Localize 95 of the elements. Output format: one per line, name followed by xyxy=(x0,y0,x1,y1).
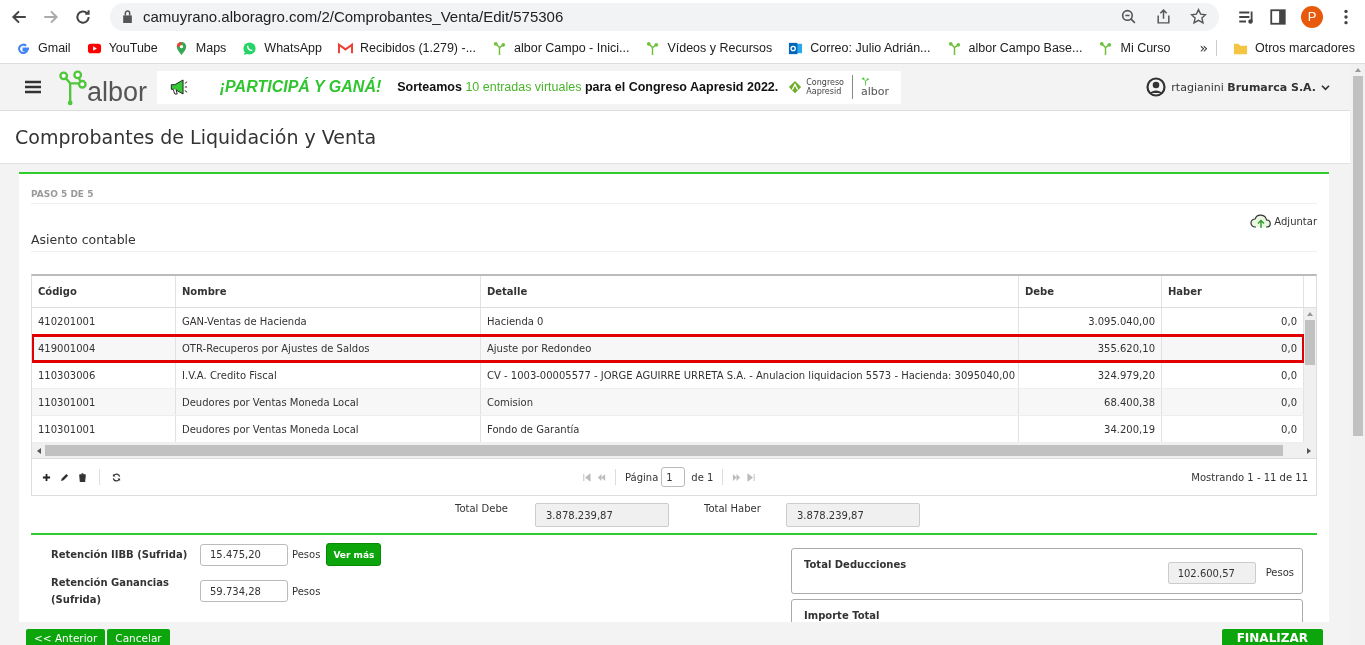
total-label: Total Debe xyxy=(455,503,509,514)
sprout-icon xyxy=(861,77,870,86)
sprout-icon xyxy=(1098,40,1114,56)
bookmark[interactable]: albor Campo - Inici... xyxy=(492,40,630,56)
table-cell: Deudores por Ventas Moneda Local xyxy=(176,416,481,442)
table-cell: 355.620,10 xyxy=(1019,335,1162,361)
input-field[interactable]: 15.475,20 xyxy=(200,543,288,566)
table-row[interactable]: 110301001 Deudores por Ventas Moneda Local Comision 68.400,38 0,0 xyxy=(32,389,1304,416)
chevron-down-icon xyxy=(1321,83,1330,91)
column-header[interactable]: Nombre xyxy=(176,276,481,307)
column-header[interactable]: Haber xyxy=(1162,276,1304,307)
share-icon[interactable] xyxy=(1155,8,1172,25)
bookmark[interactable]: Gmail xyxy=(16,40,71,56)
user-menu[interactable]: rtagianini Brumarca S.A. xyxy=(1146,77,1330,97)
table-cell: 110301001 xyxy=(32,416,176,442)
partner-name: Congreso Aapresid xyxy=(806,78,844,96)
column-header[interactable]: Debe xyxy=(1019,276,1162,307)
step-label: PASO 5 DE 5 xyxy=(31,174,1317,204)
reload-icon[interactable] xyxy=(74,7,92,26)
table-cell: CV - 1003-00005577 - JORGE AGUIRRE URRETA S.A. - Anulacion liquidacion 5573 - Hacienda: 3095040,00 xyxy=(481,362,1019,388)
bookmark[interactable]: albor Campo Base... xyxy=(946,40,1083,56)
bookmark[interactable]: YouTube xyxy=(86,40,158,56)
cloud-upload-icon xyxy=(1250,213,1273,229)
url-text: camuyrano.alboragro.com/2/Comprobantes_Venta/Edit/575306 xyxy=(143,8,565,25)
trash-icon[interactable] xyxy=(78,472,87,482)
table-cell: Ajuste por Redondeo xyxy=(481,335,1019,361)
bookmark[interactable]: Recibidos (1.279) -... xyxy=(338,40,477,56)
banner-text: Sorteamos 10 entradas virtuales para el Congreso Aapresid 2022. xyxy=(397,80,779,94)
bookmark[interactable]: Mi Curso xyxy=(1098,40,1171,56)
sprout-icon xyxy=(645,40,661,56)
whatsapp-icon xyxy=(242,40,258,56)
albor-logo[interactable]: albor xyxy=(59,67,148,107)
section-title: Asiento contable xyxy=(31,229,1317,252)
user-icon xyxy=(1146,77,1167,97)
page-title: Comprobantes de Liquidación y Venta xyxy=(15,126,377,148)
add-icon[interactable] xyxy=(42,472,51,482)
record-count: Mostrando 1 - 11 de 11 xyxy=(1191,471,1308,483)
table-cell: 68.400,38 xyxy=(1019,389,1162,415)
table-cell: 419001004 xyxy=(32,335,176,361)
mail-icon xyxy=(338,40,354,56)
column-header[interactable]: Código xyxy=(32,276,176,307)
bookmark[interactable]: Correo: Julio Adrián... xyxy=(788,40,931,56)
address-bar[interactable]: camuyrano.alboragro.com/2/Comprobantes_Venta/Edit/575306 xyxy=(110,2,1219,31)
table-cell: I.V.A. Credito Fiscal xyxy=(176,362,481,388)
total-field: 3.878.239,87 xyxy=(786,503,920,527)
sprout-icon xyxy=(492,40,508,56)
promo-banner[interactable]: ¡PARTICIPÁ Y GANÁ! Sorteamos 10 entradas virtuales para el Congreso Aapresid 2022. Congreso Aapresid albor xyxy=(157,70,902,104)
total-field: 3.878.239,87 xyxy=(535,503,669,527)
pencil-icon[interactable] xyxy=(60,472,69,482)
bookmark[interactable]: Vídeos y Recursos xyxy=(645,40,773,56)
table-cell: 110303006 xyxy=(32,362,176,388)
bookmark[interactable]: Maps xyxy=(173,40,227,56)
menu-icon[interactable] xyxy=(25,80,41,94)
page-label: Página xyxy=(625,471,659,483)
summary-field: 102.600,57 xyxy=(1167,562,1256,584)
page-count: de 1 xyxy=(691,471,714,483)
lock-icon xyxy=(122,10,133,23)
unit-label: Pesos xyxy=(292,549,321,560)
horizontal-scrollbar[interactable] xyxy=(32,443,1316,458)
page-input[interactable]: 1 xyxy=(661,467,686,487)
unit-label: Pesos xyxy=(292,585,321,597)
sprout-icon xyxy=(946,40,962,56)
table-row[interactable]: 419001004 OTR-Recuperos por Ajustes de Saldos Ajuste por Redondeo 355.620,10 0,0 xyxy=(32,335,1304,362)
unit-label: Pesos xyxy=(1265,567,1294,578)
star-icon[interactable] xyxy=(1190,8,1207,25)
page-scrollbar[interactable] xyxy=(1350,64,1365,645)
zoom-icon[interactable] xyxy=(1120,8,1137,25)
table-cell: 34.200,19 xyxy=(1019,416,1162,442)
field-label: Retención IIBB (Sufrida) xyxy=(51,548,189,562)
scroll-right-icon[interactable] xyxy=(1305,446,1313,455)
table-cell: Comision xyxy=(481,389,1019,415)
field-label: Retención Ganancias (Sufrida) xyxy=(51,576,170,607)
table-cell: 110301001 xyxy=(32,389,176,415)
attach-button[interactable]: Adjuntar xyxy=(1250,213,1317,229)
refresh-icon[interactable] xyxy=(112,472,121,482)
bookmark-folder[interactable]: Otros marcadores xyxy=(1232,40,1355,56)
scroll-left-icon[interactable] xyxy=(35,446,43,455)
bookmark[interactable]: WhatsApp xyxy=(242,40,323,56)
outlook-icon xyxy=(788,40,804,56)
vertical-scrollbar[interactable] xyxy=(1304,308,1316,443)
table-cell: Deudores por Ventas Moneda Local xyxy=(176,389,481,415)
input-field[interactable]: 59.734,28 xyxy=(200,580,288,602)
table-cell: Fondo de Garantía xyxy=(481,416,1019,442)
summary-label: Importe Total xyxy=(804,610,881,621)
banner-headline: ¡PARTICIPÁ Y GANÁ! xyxy=(219,78,382,96)
summary-label: Total Deducciones xyxy=(804,559,908,570)
partner-logo-icon xyxy=(788,80,803,94)
column-header[interactable]: Detalle xyxy=(481,276,1019,307)
sidepanel-icon[interactable] xyxy=(1269,7,1287,26)
profile-avatar[interactable]: P xyxy=(1301,5,1323,28)
table-cell: OTR-Recuperos por Ajustes de Saldos xyxy=(176,335,481,361)
total-label: Total Haber xyxy=(704,503,762,514)
albor-wordmark: albor xyxy=(861,86,890,97)
table-cell: 324.979,20 xyxy=(1019,362,1162,388)
more-bookmarks[interactable]: » xyxy=(1199,40,1217,56)
